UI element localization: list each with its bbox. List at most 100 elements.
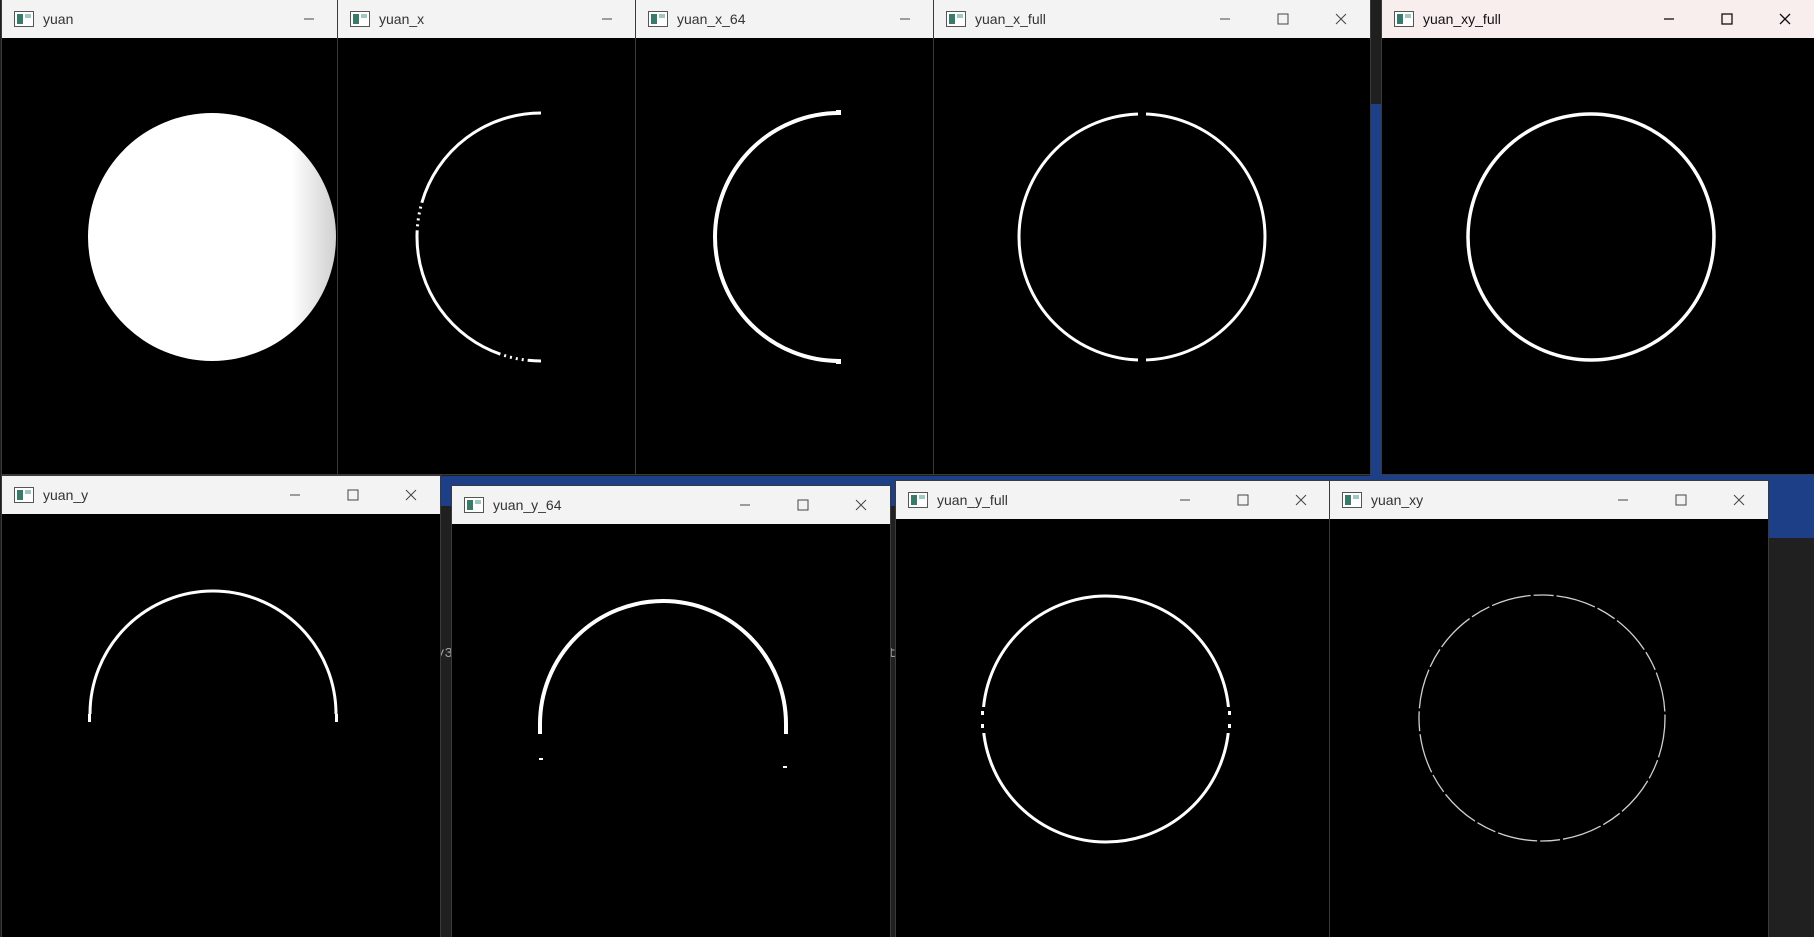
close-icon <box>1733 494 1745 506</box>
minimize-button[interactable] <box>876 0 934 38</box>
window-title: yuan_x_full <box>975 11 1046 27</box>
title-bar[interactable]: yuan_x_full <box>934 0 1370 38</box>
maximize-icon <box>1237 494 1249 506</box>
image-view <box>2 514 440 937</box>
window-yuan-xy[interactable]: yuan_xy <box>1330 481 1768 937</box>
edge-gap <box>1138 358 1146 363</box>
opencv-window-icon <box>908 492 928 508</box>
stray-pixel <box>981 711 984 715</box>
image-view <box>1382 38 1814 474</box>
minimize-button[interactable] <box>280 0 338 38</box>
title-bar[interactable]: yuan_y <box>2 476 440 514</box>
opencv-window-icon <box>1342 492 1362 508</box>
left-arc <box>713 111 840 363</box>
minimize-button[interactable] <box>1156 481 1214 519</box>
minimize-button[interactable] <box>716 486 774 524</box>
edge-gap <box>1138 111 1146 116</box>
close-button[interactable] <box>1756 0 1814 38</box>
maximize-button[interactable] <box>1254 0 1312 38</box>
close-button[interactable] <box>832 486 890 524</box>
circle-outline <box>981 594 1231 844</box>
maximize-icon <box>347 489 359 501</box>
minimize-button[interactable] <box>578 0 636 38</box>
left-arc-image <box>415 111 542 363</box>
left-arc <box>415 111 542 363</box>
window-title: yuan_x <box>379 11 425 27</box>
full-circle-image <box>1466 112 1716 362</box>
filled-circle <box>88 113 336 361</box>
close-icon <box>405 489 417 501</box>
stray-pixel <box>1228 711 1231 715</box>
maximize-button[interactable] <box>1698 0 1756 38</box>
circle-outline <box>1017 112 1267 362</box>
arc-endpoint <box>836 110 841 115</box>
minimize-icon <box>900 18 910 20</box>
close-button[interactable] <box>1272 481 1330 519</box>
maximize-button[interactable] <box>324 476 382 514</box>
minimize-icon <box>1618 499 1628 501</box>
thin-circle-image <box>1418 594 1666 842</box>
close-icon <box>1295 494 1307 506</box>
title-bar[interactable]: yuan_xy_full <box>1382 0 1814 38</box>
window-yuan-y-64[interactable]: yuan_y_64 <box>452 486 890 937</box>
window-yuan-x-full[interactable]: yuan_x_full <box>934 0 1370 474</box>
full-circle-image <box>980 594 1232 844</box>
top-arc-image <box>88 589 338 722</box>
minimize-button[interactable] <box>1196 0 1254 38</box>
window-yuan-xy-full[interactable]: yuan_xy_full <box>1382 0 1814 474</box>
arc-endpoint <box>538 724 542 734</box>
window-title: yuan_y_64 <box>493 497 562 513</box>
edge-gap <box>980 707 986 733</box>
maximize-icon <box>1277 13 1289 25</box>
minimize-icon <box>1180 499 1190 501</box>
window-yuan-y[interactable]: yuan_y <box>2 476 440 937</box>
full-circle-image <box>1017 111 1267 363</box>
minimize-icon <box>602 18 612 20</box>
title-bar[interactable]: yuan_x_64 <box>636 0 934 38</box>
image-view <box>636 38 934 474</box>
opencv-window-icon <box>14 487 34 503</box>
minimize-button[interactable] <box>266 476 324 514</box>
opencv-window-icon <box>648 11 668 27</box>
window-yuan[interactable]: yuan <box>2 0 338 474</box>
minimize-button[interactable] <box>1594 481 1652 519</box>
maximize-button[interactable] <box>774 486 832 524</box>
maximize-icon <box>797 499 809 511</box>
stray-pixel <box>981 724 984 728</box>
close-button[interactable] <box>1312 0 1370 38</box>
image-view <box>1330 519 1768 937</box>
arc-endpoint <box>784 724 788 734</box>
close-button[interactable] <box>1710 481 1768 519</box>
title-bar[interactable]: yuan_y_64 <box>452 486 890 524</box>
circle-outline <box>1418 594 1666 842</box>
left-arc-image <box>713 110 841 364</box>
window-title: yuan_xy_full <box>1423 11 1501 27</box>
window-title: yuan_x_64 <box>677 11 746 27</box>
image-view <box>452 524 890 937</box>
opencv-window-icon <box>14 11 34 27</box>
close-icon <box>1779 13 1791 25</box>
window-yuan-x[interactable]: yuan_x <box>338 0 636 474</box>
top-arc <box>538 599 788 725</box>
window-title: yuan <box>43 11 74 27</box>
title-bar[interactable]: yuan_y_full <box>896 481 1330 519</box>
minimize-icon <box>1220 18 1230 20</box>
maximize-button[interactable] <box>1652 481 1710 519</box>
window-yuan-x-64[interactable]: yuan_x_64 <box>636 0 934 474</box>
title-bar[interactable]: yuan <box>2 0 338 38</box>
close-button[interactable] <box>382 476 440 514</box>
opencv-window-icon <box>1394 11 1414 27</box>
title-bar[interactable]: yuan_xy <box>1330 481 1768 519</box>
window-yuan-y-full[interactable]: yuan_y_full <box>896 481 1330 937</box>
maximize-icon <box>1675 494 1687 506</box>
circle-outline <box>1466 112 1716 362</box>
close-icon <box>1335 13 1347 25</box>
stray-pixel <box>539 758 543 760</box>
image-view <box>896 519 1330 937</box>
maximize-button[interactable] <box>1214 481 1272 519</box>
title-bar[interactable]: yuan_x <box>338 0 636 38</box>
minimize-button[interactable] <box>1640 0 1698 38</box>
opencv-window-icon <box>464 497 484 513</box>
arc-endpoint <box>88 714 91 722</box>
stray-pixel <box>1228 724 1231 728</box>
